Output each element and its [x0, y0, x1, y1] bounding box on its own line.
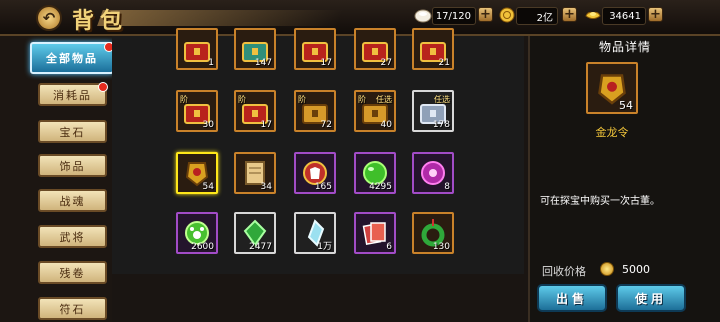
item-count: 178 — [432, 120, 450, 130]
item-slot[interactable]: 17 — [294, 28, 336, 70]
item-detail-panel: 物品详情 54 金龙令 可在探宝中购买一次古董。 回收价格 5000 出售 使用 — [528, 36, 720, 322]
item-count: 6 — [386, 242, 392, 252]
back-button[interactable]: ↶ — [36, 5, 62, 31]
item-slot[interactable]: 34 — [234, 152, 276, 194]
tab-label: 全部物品 — [46, 52, 98, 65]
item-slot[interactable]: 130 — [412, 212, 454, 254]
gold-counter: 2亿 — [516, 7, 558, 25]
tab-fragments[interactable]: 残卷 — [38, 261, 107, 284]
item-count: 17 — [260, 120, 272, 130]
item-count: 40 — [380, 120, 392, 130]
item-slot[interactable]: 4295 — [354, 152, 396, 194]
item-count: 1 — [208, 58, 214, 68]
detail-heading: 物品详情 — [598, 40, 651, 54]
item-count: 165 — [314, 182, 332, 192]
recycle-price-value: 5000 — [622, 263, 650, 276]
detail-item-description: 可在探宝中购买一次古董。 — [540, 196, 660, 207]
title-brush-stroke — [97, 10, 343, 26]
add-ingot-button[interactable]: + — [648, 7, 663, 22]
item-count: 4295 — [369, 182, 392, 192]
item-slot[interactable]: 147 — [234, 28, 276, 70]
tab-label: 符石 — [59, 302, 86, 316]
tab-all-items[interactable]: 全部物品 — [30, 42, 114, 74]
item-slot[interactable]: 165 — [294, 152, 336, 194]
item-slot[interactable]: 8 — [412, 152, 454, 194]
use-button[interactable]: 使用 — [616, 284, 686, 312]
item-count: 54 — [202, 182, 214, 192]
item-slot[interactable]: 2600 — [176, 212, 218, 254]
item-count: 2477 — [249, 242, 272, 252]
tab-generals[interactable]: 武将 — [38, 225, 107, 248]
item-count: 72 — [320, 120, 332, 130]
recycle-price-label: 回收价格 — [542, 265, 586, 278]
item-slot[interactable]: 任选 178 — [412, 90, 454, 132]
detail-item-name: 金龙令 — [595, 126, 629, 139]
tab-gems[interactable]: 宝石 — [38, 120, 107, 143]
item-slot[interactable]: 1万 — [294, 212, 336, 254]
detail-item-count: 54 — [619, 99, 633, 112]
tab-label: 战魂 — [59, 194, 86, 208]
ingot-icon — [585, 11, 601, 19]
category-sidebar: 全部物品 消耗品 宝石 饰品 战魂 武将 残卷 符石 — [0, 36, 114, 322]
item-tag: 阶 — [358, 95, 366, 104]
item-slot[interactable]: 1 — [176, 28, 218, 70]
add-bag-capacity-button[interactable]: + — [478, 7, 493, 22]
tab-label: 消耗品 — [53, 88, 92, 102]
detail-item-slot: 54 — [586, 62, 638, 114]
item-slot[interactable]: 阶 任选 40 — [354, 90, 396, 132]
notification-dot — [98, 82, 108, 92]
item-count: 147 — [254, 58, 272, 68]
item-slot[interactable]: 6 — [354, 212, 396, 254]
ingot-counter: 34641 — [602, 7, 646, 25]
item-count: 27 — [380, 58, 392, 68]
item-grid: 1 147 17 27 21 阶 30 阶 17 阶 72 阶 任选 40 任选 — [112, 28, 524, 274]
item-count: 17 — [320, 58, 332, 68]
item-tag: 阶 — [298, 95, 306, 104]
item-tag: 阶 — [238, 95, 246, 104]
item-slot[interactable]: 2477 — [234, 212, 276, 254]
item-slot-selected[interactable]: 54 — [176, 152, 218, 194]
gold-coin-icon — [600, 262, 614, 276]
item-tag: 阶 — [180, 95, 188, 104]
tab-label: 残卷 — [59, 266, 86, 280]
item-count: 2600 — [191, 242, 214, 252]
tab-war-souls[interactable]: 战魂 — [38, 189, 107, 212]
item-slot[interactable]: 阶 30 — [176, 90, 218, 132]
add-gold-button[interactable]: + — [562, 7, 577, 22]
item-count: 1万 — [317, 242, 332, 252]
tab-label: 武将 — [59, 230, 86, 244]
tab-accessories[interactable]: 饰品 — [38, 154, 107, 177]
item-tag: 任选 — [376, 95, 392, 104]
bag-capacity-counter: 17/120 — [432, 7, 476, 25]
tab-rune-stones[interactable]: 符石 — [38, 297, 107, 320]
gold-coin-icon — [499, 7, 515, 23]
item-tag: 任选 — [434, 95, 450, 104]
tab-label: 饰品 — [59, 159, 86, 173]
use-button-label: 使用 — [634, 291, 667, 306]
tab-consumables[interactable]: 消耗品 — [38, 82, 108, 106]
item-slot[interactable]: 阶 72 — [294, 90, 336, 132]
item-count: 34 — [260, 182, 272, 192]
back-arrow-icon: ↶ — [42, 9, 56, 27]
bag-capacity-icon — [414, 9, 432, 23]
item-slot[interactable]: 27 — [354, 28, 396, 70]
tab-label: 宝石 — [59, 125, 86, 139]
item-count: 21 — [438, 58, 450, 68]
sell-button-label: 出售 — [555, 291, 588, 306]
item-count: 130 — [432, 242, 450, 252]
page-title: 背包 — [72, 8, 129, 34]
item-slot[interactable]: 21 — [412, 28, 454, 70]
item-count: 8 — [444, 182, 450, 192]
sell-button[interactable]: 出售 — [537, 284, 607, 312]
item-slot[interactable]: 阶 17 — [234, 90, 276, 132]
item-count: 30 — [202, 120, 214, 130]
